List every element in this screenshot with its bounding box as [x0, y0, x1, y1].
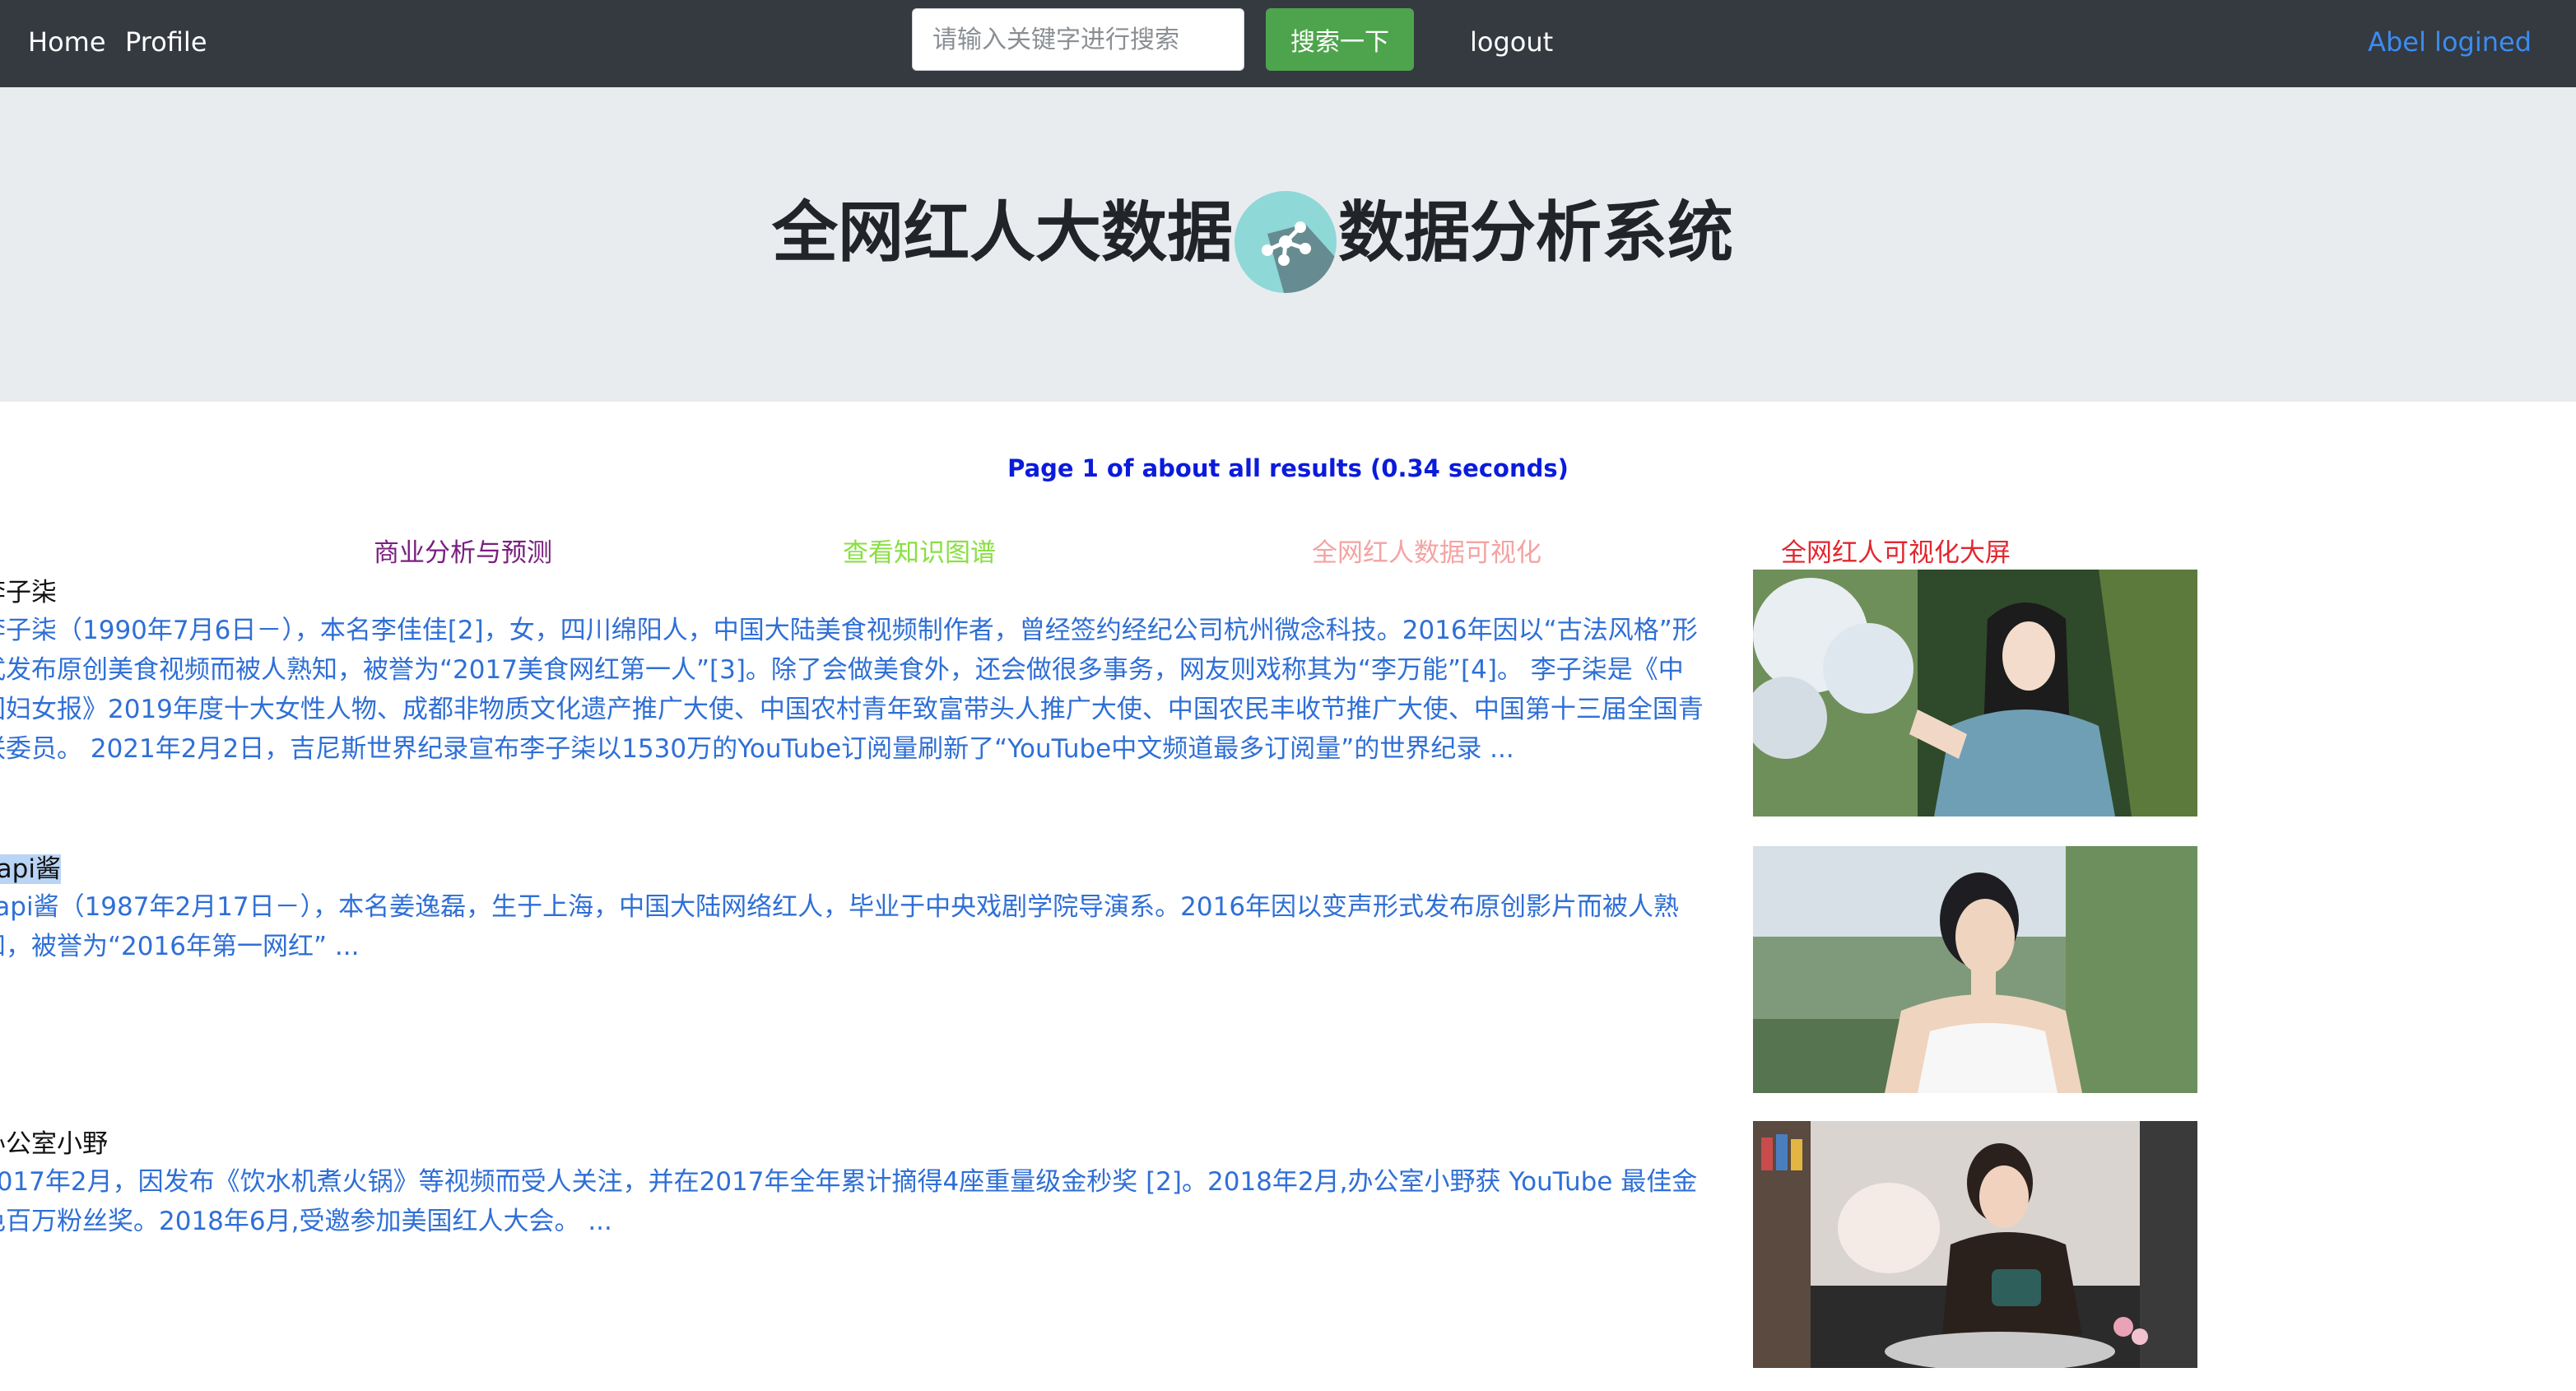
result-thumbnail[interactable]	[1753, 570, 2197, 816]
result-title[interactable]: papi酱	[0, 848, 61, 885]
top-navbar: Home Profile 搜索一下 logout Abel logined	[0, 0, 2576, 87]
result-thumbnail[interactable]	[1753, 1121, 2197, 1368]
data-visualization-link[interactable]: 全网红人数据可视化	[1312, 532, 1541, 569]
nav-profile-link[interactable]: Profile	[125, 21, 207, 63]
result-description: 李子柒（1990年7月6日－），本名李佳佳[2]，女，四川绵阳人，中国大陆美食视…	[0, 616, 1704, 764]
logout-link[interactable]: logout	[1470, 21, 1553, 63]
page-title-right: 数据分析系统	[1338, 194, 1733, 271]
big-screen-link[interactable]: 全网红人可视化大屏	[1781, 532, 2011, 569]
business-analysis-link[interactable]: 商业分析与预测	[374, 532, 552, 569]
search-button[interactable]: 搜索一下	[1266, 8, 1414, 71]
network-logo-icon	[1235, 191, 1337, 293]
result-title[interactable]: 李子柒	[0, 571, 57, 608]
result-stats: Page 1 of about all results (0.34 second…	[1007, 454, 1569, 482]
user-status: Abel logined	[2368, 26, 2532, 58]
result-title[interactable]: 办公室小野	[0, 1123, 108, 1160]
page-title-left: 全网红人大数据	[772, 194, 1233, 271]
result-description: Papi酱（1987年2月17日－），本名姜逸磊，生于上海，中国大陆网络红人，毕…	[0, 892, 1680, 961]
result-description: 2017年2月，因发布《饮水机煮火锅》等视频而受人关注，并在2017年全年累计摘…	[0, 1167, 1698, 1236]
search-input[interactable]	[912, 8, 1244, 71]
result-title-text[interactable]: papi酱	[0, 854, 61, 884]
result-thumbnail[interactable]	[1753, 846, 2197, 1093]
nav-home-link[interactable]: Home	[28, 21, 106, 63]
knowledge-graph-link[interactable]: 查看知识图谱	[843, 532, 996, 569]
